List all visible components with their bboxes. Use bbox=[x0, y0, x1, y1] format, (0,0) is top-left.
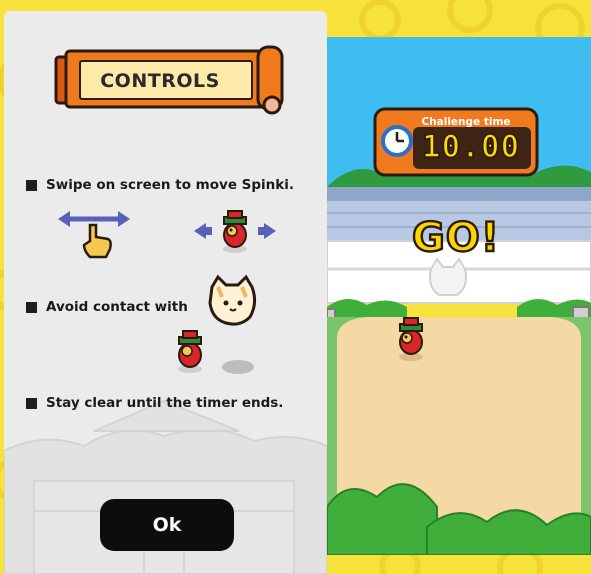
clock-icon bbox=[381, 125, 413, 157]
rule-swipe-text: Swipe on screen to move Spinki. bbox=[46, 177, 295, 193]
swipe-hand-icon bbox=[58, 211, 130, 259]
challenge-time-value: 10.00 bbox=[421, 128, 521, 166]
bullet-square bbox=[26, 179, 37, 191]
spinki-vs-shadow-illustration bbox=[178, 330, 254, 374]
challenge-time-label: Challenge time bbox=[421, 116, 511, 128]
game-screen[interactable]: Challenge time 10.00 GO! bbox=[327, 37, 591, 555]
go-banner: GO! bbox=[411, 214, 501, 262]
rule-stay-clear-text: Stay clear until the timer ends. bbox=[46, 395, 284, 411]
controls-panel: CONTROLS Swipe on screen to move Spinki.… bbox=[4, 11, 327, 574]
rule-avoid: Avoid contact with bbox=[26, 299, 188, 315]
bullet-square bbox=[26, 397, 37, 409]
cat-ghost-enemy bbox=[208, 274, 257, 326]
spinki-arrows-illustration bbox=[194, 210, 276, 253]
rule-stay-clear: Stay clear until the timer ends. bbox=[26, 395, 283, 411]
bullet-square bbox=[26, 301, 37, 313]
controls-title: CONTROLS bbox=[100, 70, 220, 92]
ok-button[interactable]: Ok bbox=[100, 499, 234, 551]
rule-swipe: Swipe on screen to move Spinki. bbox=[26, 177, 294, 193]
rule-avoid-text: Avoid contact with bbox=[46, 299, 188, 315]
